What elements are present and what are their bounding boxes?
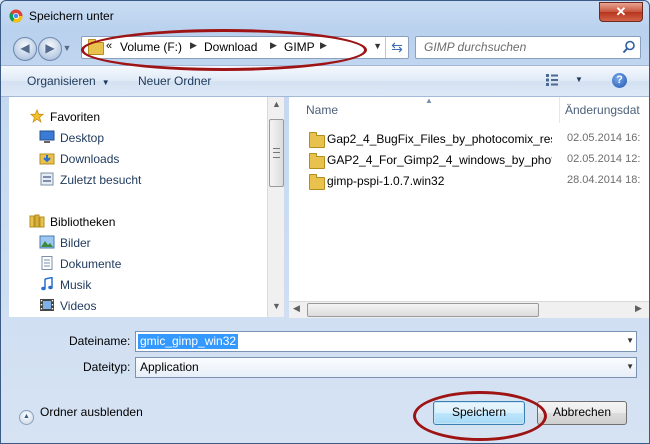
file-name: Gap2_4_BugFix_Files_by_photocomix_res...	[327, 132, 552, 146]
file-list-scrollbar[interactable]: ◀ ▶	[289, 301, 649, 318]
folder-icon	[309, 153, 325, 169]
back-arrow-icon: ◀	[20, 41, 30, 55]
search-icon[interactable]	[622, 40, 636, 54]
file-row[interactable]: Gap2_4_BugFix_Files_by_photocomix_res...…	[289, 129, 649, 149]
star-icon	[29, 109, 45, 123]
address-bar[interactable]: « Volume (F:) ▶ Download ▶ GIMP ▶ ▼ ⇆	[81, 36, 409, 59]
organize-menu[interactable]: Organisieren ▼	[27, 74, 110, 88]
file-name: GAP2_4_For_Gimp2_4_windows_by_phot...	[327, 153, 552, 167]
filename-input[interactable]: gmic_gimp_win32 ▼	[135, 331, 637, 352]
chevron-down-icon[interactable]: ▼	[626, 362, 634, 371]
file-date: 02.05.2014 12:	[567, 153, 641, 165]
folder-icon	[309, 132, 325, 148]
desktop-icon	[39, 130, 55, 143]
close-button[interactable]: ✕	[599, 2, 643, 22]
scroll-down-icon[interactable]: ▼	[272, 301, 281, 311]
column-divider[interactable]	[559, 97, 560, 123]
scroll-up-icon[interactable]: ▲	[272, 99, 281, 109]
filetype-select[interactable]: Application ▼	[135, 357, 637, 378]
breadcrumb-gimp[interactable]: GIMP	[284, 40, 315, 54]
nav-item-documents[interactable]: Dokumente	[60, 257, 121, 271]
hide-folders-toggle[interactable]: ▲ Ordner ausblenden	[19, 405, 143, 425]
breadcrumb-separator-icon[interactable]: ▶	[270, 40, 277, 51]
file-date: 28.04.2014 18:	[567, 174, 641, 186]
title-bar: Speichern unter ✕	[1, 1, 649, 31]
chevron-down-icon: ▼	[101, 78, 110, 87]
breadcrumb-overflow[interactable]: «	[106, 40, 112, 52]
scrollbar-thumb[interactable]	[307, 303, 539, 317]
scroll-left-icon[interactable]: ◀	[293, 303, 300, 314]
column-header-name[interactable]: Name	[306, 103, 338, 117]
nav-item-pictures[interactable]: Bilder	[60, 236, 91, 250]
filename-label: Dateiname:	[69, 334, 131, 348]
hide-folders-label: Ordner ausblenden	[40, 405, 143, 419]
filetype-label: Dateityp:	[83, 360, 131, 374]
filetype-value: Application	[140, 360, 199, 374]
file-row[interactable]: GAP2_4_For_Gimp2_4_windows_by_phot... 02…	[289, 150, 649, 170]
nav-item-videos[interactable]: Videos	[60, 299, 96, 313]
chevron-up-icon: ▲	[19, 410, 34, 425]
scroll-right-icon[interactable]: ▶	[635, 303, 642, 314]
command-bar: Organisieren ▼ Neuer Ordner ▼ ?	[1, 65, 649, 97]
nav-item-downloads[interactable]: Downloads	[60, 152, 119, 166]
breadcrumb-separator-icon[interactable]: ▶	[320, 40, 327, 51]
chrome-icon	[9, 9, 23, 23]
file-row[interactable]: gimp-pspi-1.0.7.win32 28.04.2014 18:	[289, 171, 649, 191]
cancel-button[interactable]: Abbrechen	[537, 401, 627, 425]
save-dialog: Speichern unter ✕ ◀ ▶ ▼ « Volume (F:) ▶ …	[0, 0, 650, 444]
save-button[interactable]: Speichern	[433, 401, 525, 425]
nav-pane-scrollbar[interactable]: ▲ ▼	[267, 97, 284, 317]
breadcrumb-volume[interactable]: Volume (F:)	[120, 40, 182, 54]
file-date: 02.05.2014 16:	[567, 132, 641, 144]
navigation-pane: Favoriten Desktop Downloads Zuletzt besu…	[9, 97, 280, 317]
view-options-icon[interactable]	[545, 73, 559, 87]
organize-label: Organisieren	[27, 74, 96, 88]
documents-icon	[41, 256, 53, 270]
recent-locations-dropdown[interactable]: ▼	[61, 39, 73, 57]
pictures-icon	[39, 235, 55, 249]
videos-icon	[40, 299, 54, 311]
filename-value: gmic_gimp_win32	[138, 334, 239, 349]
recent-places-icon	[40, 172, 54, 186]
sort-ascending-icon: ▲	[425, 96, 433, 105]
chevron-down-icon[interactable]: ▼	[626, 336, 634, 345]
back-button[interactable]: ◀	[13, 37, 37, 61]
refresh-icon: ⇆	[391, 39, 403, 55]
nav-item-music[interactable]: Musik	[60, 278, 91, 292]
address-dropdown-icon[interactable]: ▼	[373, 41, 382, 51]
search-placeholder: GIMP durchsuchen	[424, 40, 527, 54]
nav-libraries[interactable]: Bibliotheken	[50, 215, 115, 229]
file-list: ▲ Name Änderungsdat Gap2_4_BugFix_Files_…	[289, 96, 649, 317]
view-dropdown-icon[interactable]: ▼	[575, 75, 583, 84]
scrollbar-thumb[interactable]	[269, 119, 284, 187]
nav-favorites[interactable]: Favoriten	[50, 110, 100, 124]
window-title: Speichern unter	[29, 9, 114, 23]
folder-icon	[88, 39, 104, 55]
new-folder-button[interactable]: Neuer Ordner	[138, 74, 211, 88]
music-icon	[41, 277, 53, 291]
forward-arrow-icon: ▶	[45, 41, 55, 55]
file-name: gimp-pspi-1.0.7.win32	[327, 174, 445, 188]
grip-icon	[273, 148, 280, 158]
help-icon[interactable]: ?	[612, 73, 627, 88]
search-box[interactable]: GIMP durchsuchen	[415, 36, 641, 59]
breadcrumb-download[interactable]: Download	[204, 40, 257, 54]
downloads-folder-icon	[39, 153, 55, 165]
refresh-button[interactable]: ⇆	[385, 37, 408, 58]
nav-item-recent[interactable]: Zuletzt besucht	[60, 173, 141, 187]
folder-icon	[309, 174, 325, 190]
forward-button[interactable]: ▶	[38, 37, 62, 61]
libraries-icon	[29, 214, 45, 228]
breadcrumb-separator-icon[interactable]: ▶	[190, 40, 197, 51]
nav-item-desktop[interactable]: Desktop	[60, 131, 104, 145]
column-header-modified[interactable]: Änderungsdat	[565, 103, 640, 117]
